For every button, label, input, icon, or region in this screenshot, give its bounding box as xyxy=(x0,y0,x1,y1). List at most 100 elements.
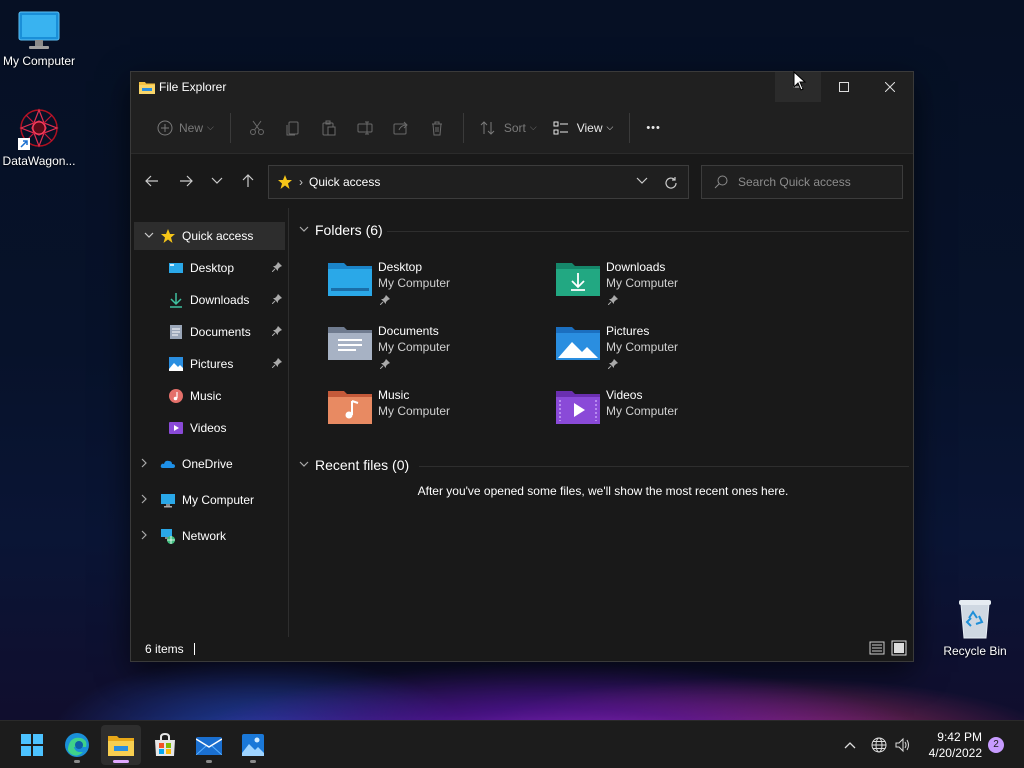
network-status-button[interactable] xyxy=(866,737,892,753)
chevron-right-icon[interactable] xyxy=(141,458,148,471)
desktop-icon-my-computer[interactable]: My Computer xyxy=(0,10,79,68)
clock-date: 4/20/2022 xyxy=(928,746,982,760)
running-indicator xyxy=(113,760,129,763)
status-bar: 6 items xyxy=(131,637,913,661)
folder-tile-videos[interactable]: Videos My Computer xyxy=(556,388,776,448)
refresh-button[interactable] xyxy=(660,172,682,194)
sidebar-item-pictures[interactable]: Pictures xyxy=(131,350,288,378)
details-view-icon xyxy=(869,641,885,655)
folder-tile-music[interactable]: Music My Computer xyxy=(328,388,548,448)
more-icon: ••• xyxy=(646,121,661,134)
sort-icon xyxy=(480,120,495,135)
recent-files-group-header[interactable]: Recent files (0) xyxy=(299,457,409,473)
content-area: Quick access Desktop Downloads Documents… xyxy=(131,208,915,642)
maximize-button[interactable] xyxy=(821,72,867,102)
show-hidden-icons-button[interactable] xyxy=(840,741,860,749)
folder-tile-downloads[interactable]: Downloads My Computer xyxy=(556,260,776,320)
sidebar-item-desktop[interactable]: Desktop xyxy=(131,254,288,282)
cut-button[interactable] xyxy=(239,112,275,144)
share-button[interactable] xyxy=(383,112,419,144)
sidebar-item-videos[interactable]: Videos xyxy=(131,414,288,442)
arrow-right-icon xyxy=(180,175,193,187)
divider xyxy=(387,231,909,232)
details-view-button[interactable] xyxy=(869,640,885,659)
desktop-icon-datawagon[interactable]: DataWagon... xyxy=(0,106,79,168)
delete-button[interactable] xyxy=(419,112,455,144)
chevron-down-icon xyxy=(636,177,648,184)
folder-tile-desktop[interactable]: Desktop My Computer xyxy=(328,260,548,320)
desktop-icon xyxy=(168,260,184,276)
sidebar-item-label: Desktop xyxy=(190,261,235,275)
new-button[interactable]: New ⌵ xyxy=(149,112,222,144)
recent-locations-button[interactable] xyxy=(203,165,231,197)
sidebar-item-music[interactable]: Music xyxy=(131,382,288,410)
video-icon xyxy=(168,420,184,436)
volume-button[interactable] xyxy=(892,737,914,753)
paste-icon xyxy=(322,120,336,135)
music-icon xyxy=(168,388,184,404)
chevron-right-icon[interactable] xyxy=(141,494,148,507)
refresh-icon xyxy=(665,177,677,189)
folder-location: My Computer xyxy=(378,340,451,354)
sidebar-item-label: Videos xyxy=(190,421,227,435)
windows-logo-icon xyxy=(21,734,43,756)
paste-button[interactable] xyxy=(311,112,347,144)
folder-tile-pictures[interactable]: Pictures My Computer xyxy=(556,324,776,384)
taskbar-mail[interactable] xyxy=(189,725,229,765)
folder-location: My Computer xyxy=(606,340,679,354)
sidebar-item-label: Music xyxy=(190,389,222,403)
star-icon xyxy=(160,228,176,244)
folder-tile-documents[interactable]: Documents My Computer xyxy=(328,324,548,384)
mail-icon xyxy=(196,737,222,755)
sidebar-item-downloads[interactable]: Downloads xyxy=(131,286,288,314)
view-button[interactable]: View ⌵ xyxy=(545,112,622,144)
pin-icon xyxy=(607,358,618,372)
folder-icon xyxy=(139,80,155,94)
new-button-label: New xyxy=(179,120,204,135)
globe-icon xyxy=(871,737,887,753)
search-input[interactable]: Search Quick access xyxy=(701,165,903,199)
sidebar-item-label: Pictures xyxy=(190,357,234,371)
breadcrumb-quick-access[interactable]: Quick access xyxy=(309,175,380,189)
folder-name: Downloads xyxy=(606,260,666,274)
address-bar[interactable]: › Quick access xyxy=(268,165,689,199)
address-history-button[interactable] xyxy=(636,174,648,188)
pin-icon xyxy=(271,293,282,307)
taskbar-file-explorer[interactable] xyxy=(101,725,141,765)
sort-button[interactable]: Sort ⌵ xyxy=(472,112,545,144)
notification-badge[interactable]: 2 xyxy=(988,737,1004,753)
up-button[interactable] xyxy=(231,165,265,197)
store-icon xyxy=(155,733,175,756)
taskbar-edge[interactable] xyxy=(57,725,97,765)
chevron-right-icon[interactable] xyxy=(141,530,148,543)
sidebar-item-documents[interactable]: Documents xyxy=(131,318,288,346)
recent-files-empty-message: After you've opened some files, we'll sh… xyxy=(417,484,789,498)
mouse-cursor-icon xyxy=(793,70,807,94)
start-button[interactable] xyxy=(12,725,52,765)
copy-button[interactable] xyxy=(275,112,311,144)
rename-icon xyxy=(357,121,373,134)
running-indicator xyxy=(206,760,212,763)
chevron-down-icon[interactable] xyxy=(144,231,154,242)
more-options-button[interactable]: ••• xyxy=(638,112,669,144)
back-button[interactable] xyxy=(135,165,169,197)
recent-files-group-title: Recent files (0) xyxy=(315,457,410,473)
close-button[interactable] xyxy=(867,72,913,102)
edge-icon xyxy=(65,733,89,757)
sidebar-item-quick-access[interactable]: Quick access xyxy=(134,222,285,250)
sidebar-item-network[interactable]: Network xyxy=(131,522,288,550)
window-title: File Explorer xyxy=(159,80,227,94)
folder-name: Documents xyxy=(378,324,439,338)
forward-button[interactable] xyxy=(169,165,203,197)
taskbar-photos[interactable] xyxy=(233,725,273,765)
taskbar-clock[interactable]: 9:42 PM 4/20/2022 xyxy=(929,729,982,761)
taskbar-store[interactable] xyxy=(145,725,185,765)
folders-group-header[interactable]: Folders (6) xyxy=(299,222,383,238)
large-icons-view-button[interactable] xyxy=(891,640,907,659)
desktop-icon-recycle-bin[interactable]: Recycle Bin xyxy=(935,596,1015,658)
folder-name: Pictures xyxy=(606,324,650,338)
rename-button[interactable] xyxy=(347,112,383,144)
sidebar-item-onedrive[interactable]: OneDrive xyxy=(131,450,288,478)
sidebar-item-my-computer[interactable]: My Computer xyxy=(131,486,288,514)
navigation-pane: Quick access Desktop Downloads Documents… xyxy=(131,208,289,642)
